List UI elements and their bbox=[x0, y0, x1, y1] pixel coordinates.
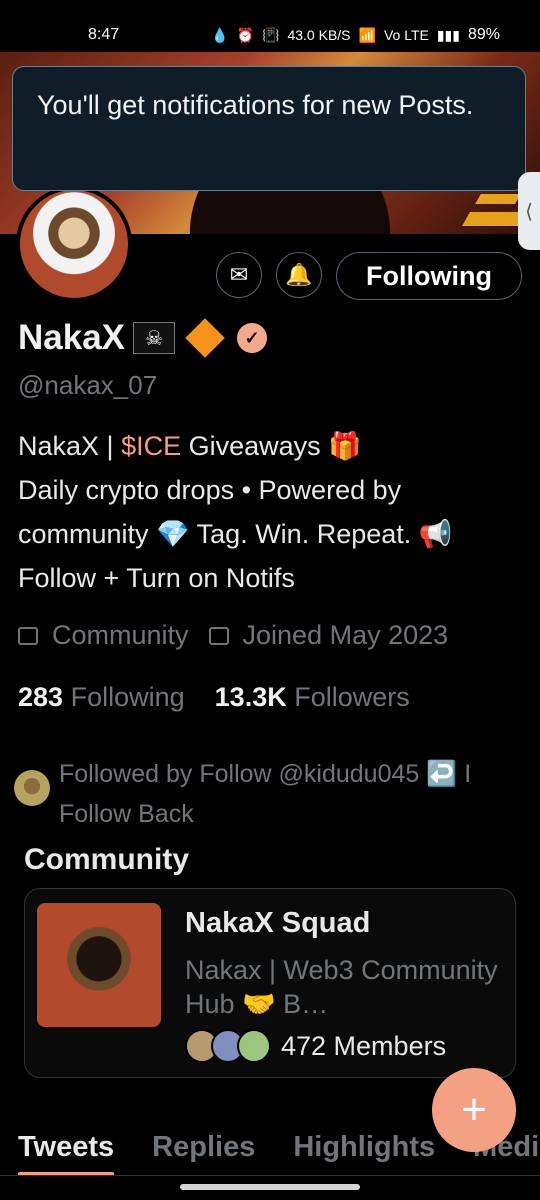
profile-stats: 283 Following 13.3K Followers bbox=[18, 682, 410, 713]
calendar-icon bbox=[208, 626, 229, 645]
community-name: NakaX Squad bbox=[185, 907, 371, 939]
followed-by[interactable]: Followed by Follow @kidudu045 ↩️ I Follo… bbox=[14, 754, 529, 834]
vibrate-icon: 📳 bbox=[262, 26, 280, 43]
profile-handle: @nakax_07 bbox=[18, 370, 158, 400]
network-speed: 43.0 KB/S bbox=[287, 27, 351, 43]
tab-tweets[interactable]: Tweets bbox=[18, 1118, 115, 1175]
data-saver-icon: 💧 bbox=[211, 26, 229, 43]
status-bar: 8:47 💧 ⏰ 📳 43.0 KB/S 📶 Vo LTE ▮▮▮ 89% bbox=[0, 0, 540, 52]
bio-line: Follow + Turn on Notifs bbox=[18, 563, 295, 593]
alarm-icon: ⏰ bbox=[236, 26, 255, 43]
following-link[interactable]: 283 Following bbox=[18, 682, 185, 712]
profile-avatar[interactable] bbox=[16, 186, 132, 302]
community-description: Nakax | Web3 Community Hub 🤝 B… bbox=[185, 955, 498, 1019]
member-avatar bbox=[237, 1029, 271, 1063]
verified-badge-icon[interactable]: ✓ bbox=[237, 323, 268, 353]
name-row: NakaX ☠ ✓ bbox=[18, 318, 268, 358]
notification-toast: You'll get notifications for new Posts. bbox=[12, 66, 526, 191]
community-section-title: Community bbox=[24, 843, 189, 876]
community-image bbox=[37, 903, 161, 1027]
notifications-button[interactable]: 🔔 bbox=[276, 252, 322, 298]
bio-line: NakaX | $ICE Giveaways 🎁 bbox=[18, 431, 362, 461]
compose-button[interactable]: + bbox=[432, 1068, 516, 1152]
wifi-icon: 📶 bbox=[358, 26, 376, 43]
orange-diamond-icon bbox=[185, 318, 225, 358]
joined-date: Joined May 2023 bbox=[242, 620, 449, 650]
bio-line: community 💎 Tag. Win. Repeat. 📢 bbox=[18, 519, 453, 549]
followed-by-text: Followed by Follow @kidudu045 ↩️ I Follo… bbox=[59, 760, 472, 828]
signal-icon: ▮▮▮ bbox=[436, 26, 460, 43]
briefcase-icon bbox=[18, 626, 38, 645]
plus-icon: + bbox=[461, 1085, 487, 1134]
bell-check-icon: 🔔 bbox=[285, 262, 313, 287]
status-icons: 💧 ⏰ 📳 43.0 KB/S 📶 Vo LTE ▮▮▮ 89% bbox=[211, 26, 500, 44]
following-button[interactable]: Following bbox=[336, 252, 522, 300]
mail-icon: ✉ bbox=[229, 262, 249, 287]
tab-highlights[interactable]: Highlights bbox=[293, 1118, 435, 1175]
followers-link[interactable]: 13.3K Followers bbox=[215, 682, 410, 712]
cashtag-link[interactable]: $ICE bbox=[121, 431, 181, 461]
side-panel-handle[interactable]: ⟨ bbox=[518, 172, 540, 250]
banner-stripe bbox=[475, 194, 521, 204]
tab-replies[interactable]: Replies bbox=[152, 1118, 255, 1175]
pirate-flag-icon: ☠ bbox=[133, 322, 176, 354]
members-count: 472 Members bbox=[281, 1030, 447, 1061]
battery-level: 89% bbox=[467, 26, 500, 43]
display-name: NakaX bbox=[18, 318, 126, 357]
community-members: 472 Members bbox=[185, 1029, 446, 1063]
gesture-nav-handle[interactable] bbox=[180, 1184, 360, 1190]
volte-label: Vo LTE bbox=[383, 27, 429, 43]
profile-category: Community bbox=[52, 620, 189, 650]
community-card[interactable]: NakaX Squad Nakax | Web3 Community Hub 🤝… bbox=[24, 888, 516, 1078]
profile-meta: Community Joined May 2023 bbox=[18, 620, 448, 651]
message-button[interactable]: ✉ bbox=[216, 252, 262, 298]
bio-line: Daily crypto drops • Powered by bbox=[18, 475, 402, 505]
profile-bio: NakaX | $ICE Giveaways 🎁 Daily crypto dr… bbox=[18, 424, 518, 600]
status-time: 8:47 bbox=[88, 26, 120, 43]
follower-avatar bbox=[14, 770, 50, 806]
